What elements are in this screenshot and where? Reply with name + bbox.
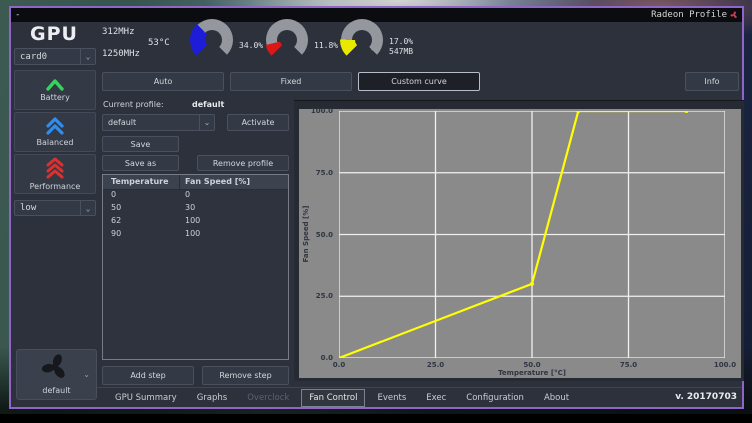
tab-gpu-summary[interactable]: GPU Summary <box>107 389 185 407</box>
tab-events[interactable]: Events <box>369 389 414 407</box>
tab-configuration[interactable]: Configuration <box>458 389 532 407</box>
cell-fan-speed: 100 <box>180 216 288 229</box>
current-profile-label: Current profile: <box>103 100 164 109</box>
temperature-value: 53°C <box>148 38 170 48</box>
gauge-2-value: 11.8% <box>314 41 338 51</box>
power-profile-performance-button[interactable]: Performance <box>14 154 96 194</box>
cell-fan-speed: 30 <box>180 203 288 216</box>
tab-fan-control[interactable]: Fan Control <box>301 389 365 407</box>
gpu-load-value: 34.0% <box>239 41 263 51</box>
remove-step-button[interactable]: Remove step <box>202 366 289 385</box>
memory-clock-value: 1250MHz <box>102 49 140 59</box>
cell-temperature: 50 <box>103 203 180 216</box>
column-header-fan-speed[interactable]: Fan Speed [%] <box>180 175 288 189</box>
power-profile-balanced-button[interactable]: Balanced <box>14 112 96 152</box>
table-row[interactable]: 5030 <box>103 203 288 216</box>
fan-curve-chart[interactable]: Fan Speed [%] 100.075.050.025.00.0 0.025… <box>299 109 741 378</box>
y-axis-ticks: 100.075.050.025.00.0 <box>299 111 335 358</box>
table-row[interactable]: 00 <box>103 190 288 203</box>
power-level-select[interactable]: low ⌄ <box>14 200 96 216</box>
fan-profile-selector[interactable]: ⌄ default <box>16 349 97 400</box>
x-tick-label: 25.0 <box>427 361 444 369</box>
profile-select[interactable]: default ⌄ <box>102 114 215 131</box>
fan-icon <box>41 353 69 381</box>
current-profile-value: default <box>192 100 224 109</box>
add-step-button[interactable]: Add step <box>102 366 194 385</box>
x-tick-label: 75.0 <box>620 361 637 369</box>
chevron-down-icon: ⌄ <box>83 370 90 379</box>
fan-auto-button[interactable]: Auto <box>102 72 224 91</box>
table-row[interactable]: 90100 <box>103 229 288 242</box>
fan-curve-point[interactable] <box>530 282 534 286</box>
table-row[interactable]: 62100 <box>103 216 288 229</box>
power-profile-battery-button[interactable]: Battery <box>14 70 96 110</box>
fan-fixed-button[interactable]: Fixed <box>230 72 352 91</box>
card-select[interactable]: card0 ⌄ <box>14 48 96 65</box>
cell-fan-speed: 100 <box>180 229 288 242</box>
radeon-profile-window: - Radeon Profile GPU card0 ⌄ <box>9 6 744 409</box>
tab-about[interactable]: About <box>536 389 577 407</box>
desktop-bottom-bar <box>0 414 752 423</box>
chevron-down-icon: ⌄ <box>80 201 95 215</box>
double-chevron-up-icon <box>44 117 66 136</box>
gauge-2 <box>266 19 308 61</box>
gpu-load-gauge <box>191 19 233 61</box>
y-tick-label: 100.0 <box>311 107 333 115</box>
power-profile-label: Performance <box>30 182 81 191</box>
cell-temperature: 62 <box>103 216 180 229</box>
fan-icon <box>730 11 738 19</box>
y-tick-label: 0.0 <box>321 354 333 362</box>
fan-curve-point[interactable] <box>684 111 688 113</box>
memory-usage-percent: 17.0% <box>389 37 413 47</box>
remove-profile-button[interactable]: Remove profile <box>197 155 289 171</box>
desktop-wallpaper: - Radeon Profile GPU card0 ⌄ <box>0 0 752 423</box>
main-tab-bar: GPU SummaryGraphsOverclockFan ControlEve… <box>97 387 742 407</box>
x-tick-label: 100.0 <box>714 361 736 369</box>
profile-select-value: default <box>103 118 199 127</box>
tab-exec[interactable]: Exec <box>418 389 454 407</box>
info-button[interactable]: Info <box>685 72 739 91</box>
x-tick-label: 0.0 <box>333 361 345 369</box>
x-axis-label: Temperature [°C] <box>339 369 725 377</box>
card-select-value: card0 <box>15 52 80 62</box>
chevron-down-icon: ⌄ <box>80 49 95 64</box>
column-header-temperature[interactable]: Temperature <box>103 175 180 189</box>
plot-area[interactable] <box>339 111 725 358</box>
minimize-glyph[interactable]: - <box>15 10 20 20</box>
save-as-button[interactable]: Save as <box>102 155 179 171</box>
fan-custom-curve-button[interactable]: Custom curve <box>358 72 480 91</box>
memory-usage-gauge <box>341 19 383 61</box>
triple-chevron-up-icon <box>44 157 66 180</box>
chevron-down-icon: ⌄ <box>199 115 214 130</box>
activate-button[interactable]: Activate <box>227 114 289 131</box>
gpu-heading: GPU <box>30 23 78 45</box>
table-header: Temperature Fan Speed [%] <box>103 175 288 190</box>
fan-curve-chart-region: Fan Speed [%] 100.075.050.025.00.0 0.025… <box>294 100 744 381</box>
x-tick-label: 50.0 <box>523 361 540 369</box>
x-axis-ticks: 0.025.050.075.0100.0 <box>339 361 725 369</box>
chevron-up-icon <box>44 78 66 91</box>
y-tick-label: 25.0 <box>316 292 333 300</box>
core-clock-value: 312MHz <box>102 27 135 37</box>
y-tick-label: 75.0 <box>316 169 333 177</box>
window-title: Radeon Profile <box>651 10 727 20</box>
cell-temperature: 0 <box>103 190 180 203</box>
tab-overclock: Overclock <box>239 389 297 407</box>
memory-usage-mb: 547MB <box>389 47 413 57</box>
cell-temperature: 90 <box>103 229 180 242</box>
power-profile-label: Balanced <box>37 138 74 147</box>
save-button[interactable]: Save <box>102 136 179 152</box>
y-tick-label: 50.0 <box>316 231 333 239</box>
tab-graphs[interactable]: Graphs <box>189 389 236 407</box>
fan-steps-table[interactable]: Temperature Fan Speed [%] 00503062100901… <box>102 174 289 360</box>
power-level-value: low <box>15 203 80 213</box>
cell-fan-speed: 0 <box>180 190 288 203</box>
power-profile-label: Battery <box>40 93 70 102</box>
memory-usage-value: 17.0% 547MB <box>389 37 413 57</box>
fan-profile-name: default <box>17 386 96 395</box>
version-label: v. 20170703 <box>675 392 737 402</box>
